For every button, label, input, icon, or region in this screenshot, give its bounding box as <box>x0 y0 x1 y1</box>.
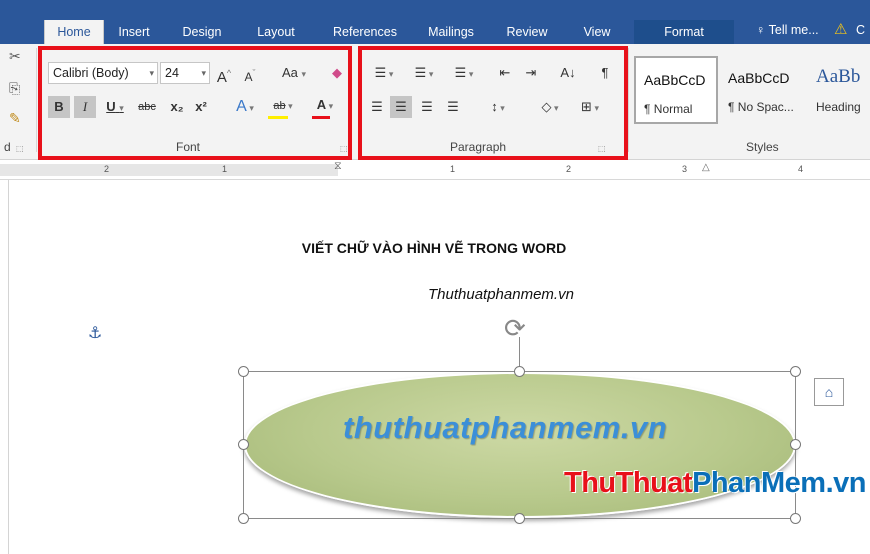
page-edge <box>8 180 9 554</box>
styles-group-label: Styles <box>746 140 779 154</box>
format-painter-icon[interactable]: ✎ <box>9 110 21 127</box>
style-heading[interactable]: AaBb Heading <box>808 56 870 124</box>
watermark-part3: .vn <box>825 467 867 499</box>
horizontal-ruler[interactable]: 2 1 1 2 3 4 ⧖ △ <box>0 160 870 180</box>
tab-view[interactable]: View <box>572 23 622 44</box>
tab-layout[interactable]: Layout <box>246 23 306 44</box>
style-preview: AaBbCcD <box>728 70 790 86</box>
cut-icon[interactable]: ✂ <box>9 48 21 65</box>
style-name: ¶ Normal <box>644 102 693 116</box>
document-title-text: VIẾT CHỮ VÀO HÌNH VẼ TRONG WORD <box>301 240 567 256</box>
ruler-number: 3 <box>682 164 688 174</box>
ruler-number: 2 <box>104 164 110 174</box>
watermark: ThuThuatPhanMem.vn <box>564 467 866 500</box>
warning-icon: ⚠ <box>834 21 848 38</box>
style-name: ¶ No Spac... <box>728 100 794 114</box>
separator <box>36 48 37 152</box>
tab-insert[interactable]: Insert <box>110 23 158 44</box>
clipboard-launcher-icon[interactable]: ⬚ <box>16 144 24 153</box>
font-group-highlight <box>38 46 352 160</box>
paragraph-group-highlight <box>358 46 628 160</box>
watermark-part1: ThuThuat <box>564 467 693 499</box>
ruler-number: 2 <box>566 164 572 174</box>
tab-design[interactable]: Design <box>172 23 232 44</box>
tab-review[interactable]: Review <box>498 23 556 44</box>
clipboard-group-label: d <box>4 140 11 154</box>
resize-handle-top-left[interactable] <box>238 366 249 377</box>
style-no-spacing[interactable]: AaBbCcD ¶ No Spac... <box>720 56 806 124</box>
resize-handle-bottom[interactable] <box>514 513 525 524</box>
rotate-handle-icon[interactable]: ⟳ <box>504 313 526 344</box>
ruler-number: 1 <box>450 164 456 174</box>
layout-options-icon[interactable]: ⌂ <box>814 378 844 406</box>
ribbon-tab-bar: Home Insert Design Layout References Mai… <box>0 0 870 44</box>
tab-references[interactable]: References <box>324 23 406 44</box>
resize-handle-top-right[interactable] <box>790 366 801 377</box>
resize-handle-right[interactable] <box>790 439 801 450</box>
copy-icon[interactable]: ⎘ <box>9 80 20 97</box>
ruler-number: 1 <box>222 164 228 174</box>
document-title: VIẾT CHỮ VÀO HÌNH VẼ TRONG WORD <box>0 240 870 256</box>
tell-me-search[interactable]: ♀ Tell me... <box>756 23 819 37</box>
right-indent-marker-icon[interactable]: △ <box>702 162 710 173</box>
tab-mailings[interactable]: Mailings <box>416 23 486 44</box>
style-name: Heading <box>816 100 861 114</box>
resize-handle-bottom-left[interactable] <box>238 513 249 524</box>
style-preview: AaBbCcD <box>644 72 706 88</box>
separator <box>628 48 629 152</box>
ruler-text-area <box>338 164 870 176</box>
tab-format[interactable]: Format <box>634 20 734 44</box>
watermark-part2: PhanMem <box>692 467 826 499</box>
resize-handle-bottom-right[interactable] <box>790 513 801 524</box>
document-subtitle: Thuthuatphanmem.vn <box>428 286 574 303</box>
indent-marker-icon[interactable]: ⧖ <box>334 160 342 173</box>
tab-home[interactable]: Home <box>44 20 104 44</box>
anchor-icon: ⚓ <box>88 325 103 342</box>
warning-text: C <box>856 23 866 37</box>
ruler-margin <box>0 164 338 176</box>
resize-handle-top[interactable] <box>514 366 525 377</box>
style-preview: AaBb <box>816 66 861 87</box>
style-normal[interactable]: AaBbCcD ¶ Normal <box>634 56 718 124</box>
ruler-number: 4 <box>798 164 804 174</box>
resize-handle-left[interactable] <box>238 439 249 450</box>
